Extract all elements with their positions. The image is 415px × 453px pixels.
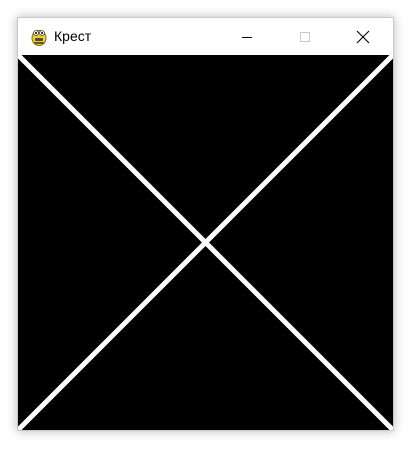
close-icon <box>356 30 370 43</box>
maximize-icon <box>300 31 310 42</box>
app-window: Крест <box>16 17 395 432</box>
minimize-button[interactable] <box>224 18 270 55</box>
minimize-icon <box>242 36 252 38</box>
drawing-canvas[interactable] <box>16 53 395 432</box>
close-button[interactable] <box>340 18 386 55</box>
cross-drawing <box>16 53 395 432</box>
pygame-snake-icon <box>31 30 47 46</box>
maximize-button[interactable] <box>282 18 328 55</box>
title-bar[interactable]: Крест <box>18 18 393 55</box>
window-title: Крест <box>54 28 92 44</box>
